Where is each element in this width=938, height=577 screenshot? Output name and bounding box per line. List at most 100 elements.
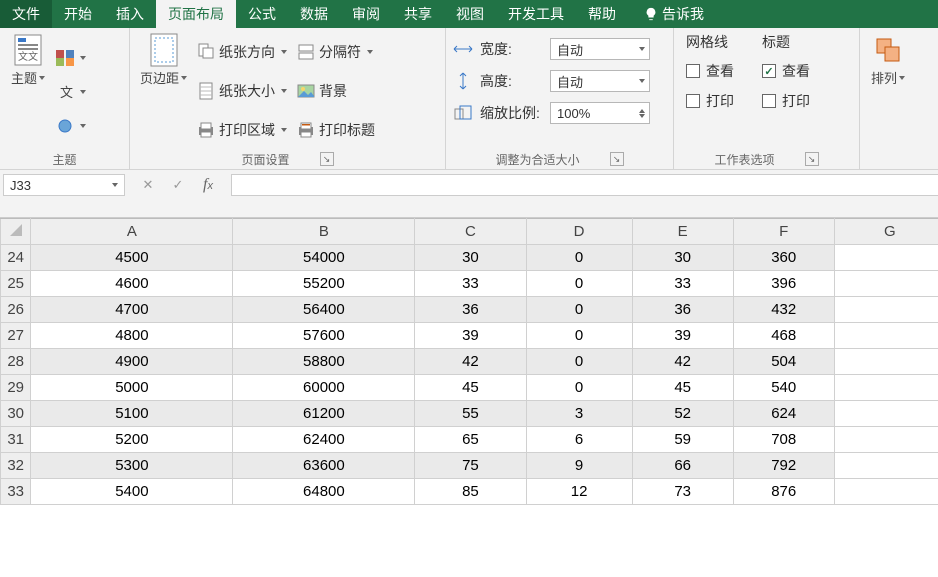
col-header-G[interactable]: G [834,219,938,245]
print-titles-button[interactable]: 打印标题 [293,114,379,146]
cell[interactable]: 57600 [233,323,415,349]
cell[interactable]: 360 [733,245,834,271]
print-area-button[interactable]: 打印区域 [193,114,291,146]
col-header-B[interactable]: B [233,219,415,245]
cell[interactable]: 36 [415,297,526,323]
cell[interactable]: 432 [733,297,834,323]
page-setup-launcher[interactable]: ↘ [320,152,334,166]
cell[interactable]: 4700 [31,297,233,323]
width-combo[interactable]: 自动 [550,38,650,60]
theme-fonts-button[interactable]: 文 [52,78,90,106]
arrange-button[interactable]: 排列 [866,32,910,149]
sheet-options-launcher[interactable]: ↘ [805,152,819,166]
row-header[interactable]: 32 [1,453,31,479]
background-button[interactable]: 背景 [293,75,379,107]
cell[interactable]: 504 [733,349,834,375]
menu-file[interactable]: 文件 [0,0,52,28]
cell[interactable] [834,349,938,375]
cell[interactable]: 5000 [31,375,233,401]
cell[interactable]: 6 [526,427,632,453]
cell[interactable]: 12 [526,479,632,505]
headings-view-checkbox[interactable]: 查看 [762,58,810,84]
theme-colors-button[interactable] [52,44,90,72]
formula-input[interactable] [231,174,938,196]
breaks-button[interactable]: 分隔符 [293,36,379,68]
cell[interactable]: 85 [415,479,526,505]
cell[interactable] [834,323,938,349]
row-header[interactable]: 31 [1,427,31,453]
menu-page-layout[interactable]: 页面布局 [156,0,236,28]
cell[interactable]: 5200 [31,427,233,453]
select-all-corner[interactable] [1,219,31,245]
cell[interactable]: 59 [632,427,733,453]
cell[interactable] [834,297,938,323]
cell[interactable]: 39 [415,323,526,349]
cell[interactable]: 0 [526,245,632,271]
col-header-E[interactable]: E [632,219,733,245]
cell[interactable] [834,271,938,297]
col-header-A[interactable]: A [31,219,233,245]
cell[interactable]: 58800 [233,349,415,375]
cell[interactable]: 75 [415,453,526,479]
cell[interactable] [834,453,938,479]
cell[interactable]: 708 [733,427,834,453]
cell[interactable]: 42 [415,349,526,375]
menu-tellme[interactable]: 告诉我 [632,0,716,28]
menu-review[interactable]: 审阅 [340,0,392,28]
col-header-D[interactable]: D [526,219,632,245]
row-header[interactable]: 27 [1,323,31,349]
cell[interactable]: 45 [415,375,526,401]
fx-button[interactable]: fx [199,176,217,194]
cell[interactable]: 792 [733,453,834,479]
theme-effects-button[interactable] [52,112,90,140]
cell[interactable]: 54000 [233,245,415,271]
cell[interactable]: 55 [415,401,526,427]
confirm-formula-button[interactable]: ✓ [169,177,187,193]
cell[interactable]: 540 [733,375,834,401]
gridlines-print-checkbox[interactable]: 打印 [686,88,734,114]
cell[interactable]: 0 [526,375,632,401]
menu-formulas[interactable]: 公式 [236,0,288,28]
margins-button[interactable]: 页边距 [136,32,191,149]
cell[interactable]: 0 [526,323,632,349]
cell[interactable] [834,375,938,401]
cell[interactable]: 5400 [31,479,233,505]
menu-data[interactable]: 数据 [288,0,340,28]
cell[interactable]: 56400 [233,297,415,323]
menu-insert[interactable]: 插入 [104,0,156,28]
cancel-formula-button[interactable]: ✕ [139,177,157,193]
cell[interactable]: 73 [632,479,733,505]
cell[interactable]: 468 [733,323,834,349]
row-header[interactable]: 30 [1,401,31,427]
cell[interactable]: 4600 [31,271,233,297]
cell[interactable]: 0 [526,297,632,323]
cell[interactable] [834,245,938,271]
scale-combo[interactable]: 100% [550,102,650,124]
cell[interactable]: 30 [415,245,526,271]
cell[interactable]: 61200 [233,401,415,427]
orientation-button[interactable]: 纸张方向 [193,36,291,68]
cell[interactable] [834,427,938,453]
cell[interactable]: 63600 [233,453,415,479]
cell[interactable]: 5100 [31,401,233,427]
height-combo[interactable]: 自动 [550,70,650,92]
cell[interactable]: 4500 [31,245,233,271]
headings-print-checkbox[interactable]: 打印 [762,88,810,114]
cell[interactable]: 66 [632,453,733,479]
cell[interactable] [834,401,938,427]
cell[interactable]: 45 [632,375,733,401]
cell[interactable]: 39 [632,323,733,349]
cell[interactable]: 0 [526,271,632,297]
size-button[interactable]: 纸张大小 [193,75,291,107]
cell[interactable]: 36 [632,297,733,323]
menu-devtools[interactable]: 开发工具 [496,0,576,28]
row-header[interactable]: 29 [1,375,31,401]
menu-home[interactable]: 开始 [52,0,104,28]
gridlines-view-checkbox[interactable]: 查看 [686,58,734,84]
row-header[interactable]: 26 [1,297,31,323]
cell[interactable]: 42 [632,349,733,375]
cell[interactable]: 33 [415,271,526,297]
cell[interactable]: 4900 [31,349,233,375]
spreadsheet-grid[interactable]: A B C D E F G 24450054000300303602546005… [0,218,938,505]
cell[interactable] [834,479,938,505]
